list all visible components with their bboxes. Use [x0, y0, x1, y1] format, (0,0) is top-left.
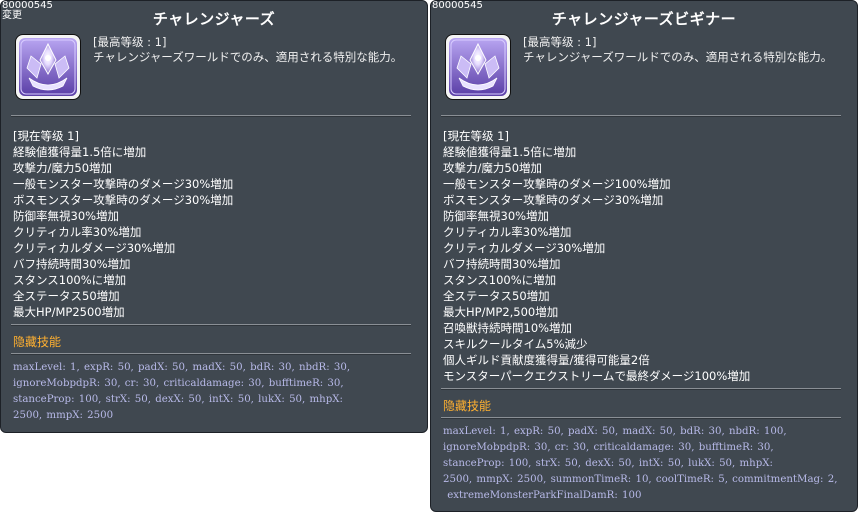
code-line: 2500, mmpX: 2500	[13, 410, 114, 421]
stat-line: 経験値獲得量1.5倍に増加	[13, 145, 147, 159]
stat-line: 全ステータス50増加	[443, 289, 550, 303]
code-line: stanceProp: 100, strX: 50, dexX: 50, int…	[443, 458, 773, 469]
stat-line: バフ持続時間30%増加	[443, 257, 561, 271]
hidden-skill-label: 隐藏技能	[13, 335, 62, 349]
stat-line: 一般モンスター攻撃時のダメージ100%増加	[443, 177, 671, 191]
current-level: [現在等级 1]	[443, 129, 509, 143]
stat-line: スタンス100%に増加	[443, 273, 557, 287]
skill-title: チャレンジャーズビギナー	[551, 10, 737, 28]
stat-line: 個人ギルド貢献度獲得量/獲得可能量2倍	[443, 353, 650, 367]
stats-list: [現在等级 1] 経験値獲得量1.5倍に増加 攻撃力/魔力50増加 一般モンスタ…	[443, 128, 851, 384]
skill-data-code: maxLevel: 1, expR: 50, padX: 50, madX: 5…	[13, 360, 415, 424]
stat-line: バフ持続時間30%増加	[13, 257, 131, 271]
code-line: extremeMonsterParkFinalDamR: 100	[443, 490, 642, 501]
max-level: [最高等级 : 1]	[523, 35, 597, 49]
crystal-crest-icon	[449, 38, 507, 96]
stat-line: ボスモンスター攻撃時のダメージ30%増加	[13, 193, 234, 207]
crystal-crest-icon	[19, 38, 77, 96]
code-line: ignoreMobpdpR: 30, cr: 30, criticaldamag…	[13, 378, 344, 389]
max-level: [最高等级 : 1]	[93, 35, 167, 49]
stats-list: [現在等级 1] 経験値獲得量1.5倍に増加 攻撃力/魔力50増加 一般モンスタ…	[13, 128, 421, 320]
stat-line: モンスターパークエクストリームで最終ダメージ100%増加	[443, 369, 751, 383]
stat-line: クリティカルダメージ30%増加	[13, 241, 176, 255]
stat-line: クリティカルダメージ30%増加	[443, 241, 606, 255]
stat-line: 攻撃力/魔力50増加	[13, 161, 113, 175]
skill-tooltip-challengers: 80000545 変更 チャレンジャーズ [最高等级: 1] チャレンジャーズ…	[0, 0, 428, 433]
code-line: stanceProp: 100, strX: 50, dexX: 50, int…	[13, 394, 343, 405]
stat-line: 攻撃力/魔力50増加	[443, 161, 543, 175]
divider	[441, 417, 841, 419]
divider	[11, 353, 411, 355]
skill-description: チャレンジャーズワールドでのみ、適用される特別な能力。	[93, 50, 403, 64]
stat-line: クリティカル率30%増加	[443, 225, 572, 239]
stat-line: 全ステータス50増加	[13, 289, 120, 303]
stat-line: ボスモンスター攻撃時のダメージ30%増加	[443, 193, 664, 207]
stat-line: 防御率無視30%増加	[13, 209, 120, 223]
stat-line: 経験値獲得量1.5倍に増加	[443, 145, 577, 159]
code-line: ignoreMobpdpR: 30, cr: 30, criticaldamag…	[443, 442, 774, 453]
skill-title: チャレンジャーズ	[152, 10, 276, 28]
skill-icon-frame	[15, 34, 81, 100]
code-line: maxLevel: 1, expR: 50, padX: 50, madX: 5…	[13, 362, 351, 373]
divider	[441, 388, 841, 390]
skill-header-text: [最高等级 : 1] チャレンジャーズワールドでのみ、適用される特別な能力。	[523, 35, 851, 65]
skill-icon-frame	[445, 34, 511, 100]
stat-line: 最大HP/MP2,500増加	[443, 305, 559, 319]
stat-line: スキルクールタイム5%減少	[443, 337, 588, 351]
stat-line: 防御率無視30%増加	[443, 209, 550, 223]
stat-line: クリティカル率30%増加	[13, 225, 142, 239]
divider	[441, 115, 841, 117]
skill-header-text: [最高等级 : 1] チャレンジャーズワールドでのみ、適用される特別な能力。	[93, 35, 421, 65]
skill-description: チャレンジャーズワールドでのみ、適用される特別な能力。	[523, 50, 833, 64]
code-line: maxLevel: 1, expR: 50, padX: 50, madX: 5…	[443, 426, 787, 437]
stat-line: 最大HP/MP2500増加	[13, 305, 125, 319]
skill-data-code: maxLevel: 1, expR: 50, padX: 50, madX: 5…	[443, 424, 845, 504]
divider	[11, 324, 411, 326]
stat-line: スタンス100%に増加	[13, 273, 127, 287]
skill-tooltip-challengers-beginner: 80000545 チャレンジャーズビギナー [最高等级: 1] チャレンジャー…	[430, 0, 858, 512]
current-level: [現在等级 1]	[13, 129, 79, 143]
stat-line: 一般モンスター攻撃時のダメージ30%増加	[13, 177, 234, 191]
code-line: 2500, mmpX: 2500, summonTimeR: 10, coolT…	[443, 474, 838, 485]
hidden-skill-label: 隐藏技能	[443, 399, 492, 413]
divider	[11, 115, 411, 117]
stat-line: 召喚獣持続時間10%増加	[443, 321, 573, 335]
